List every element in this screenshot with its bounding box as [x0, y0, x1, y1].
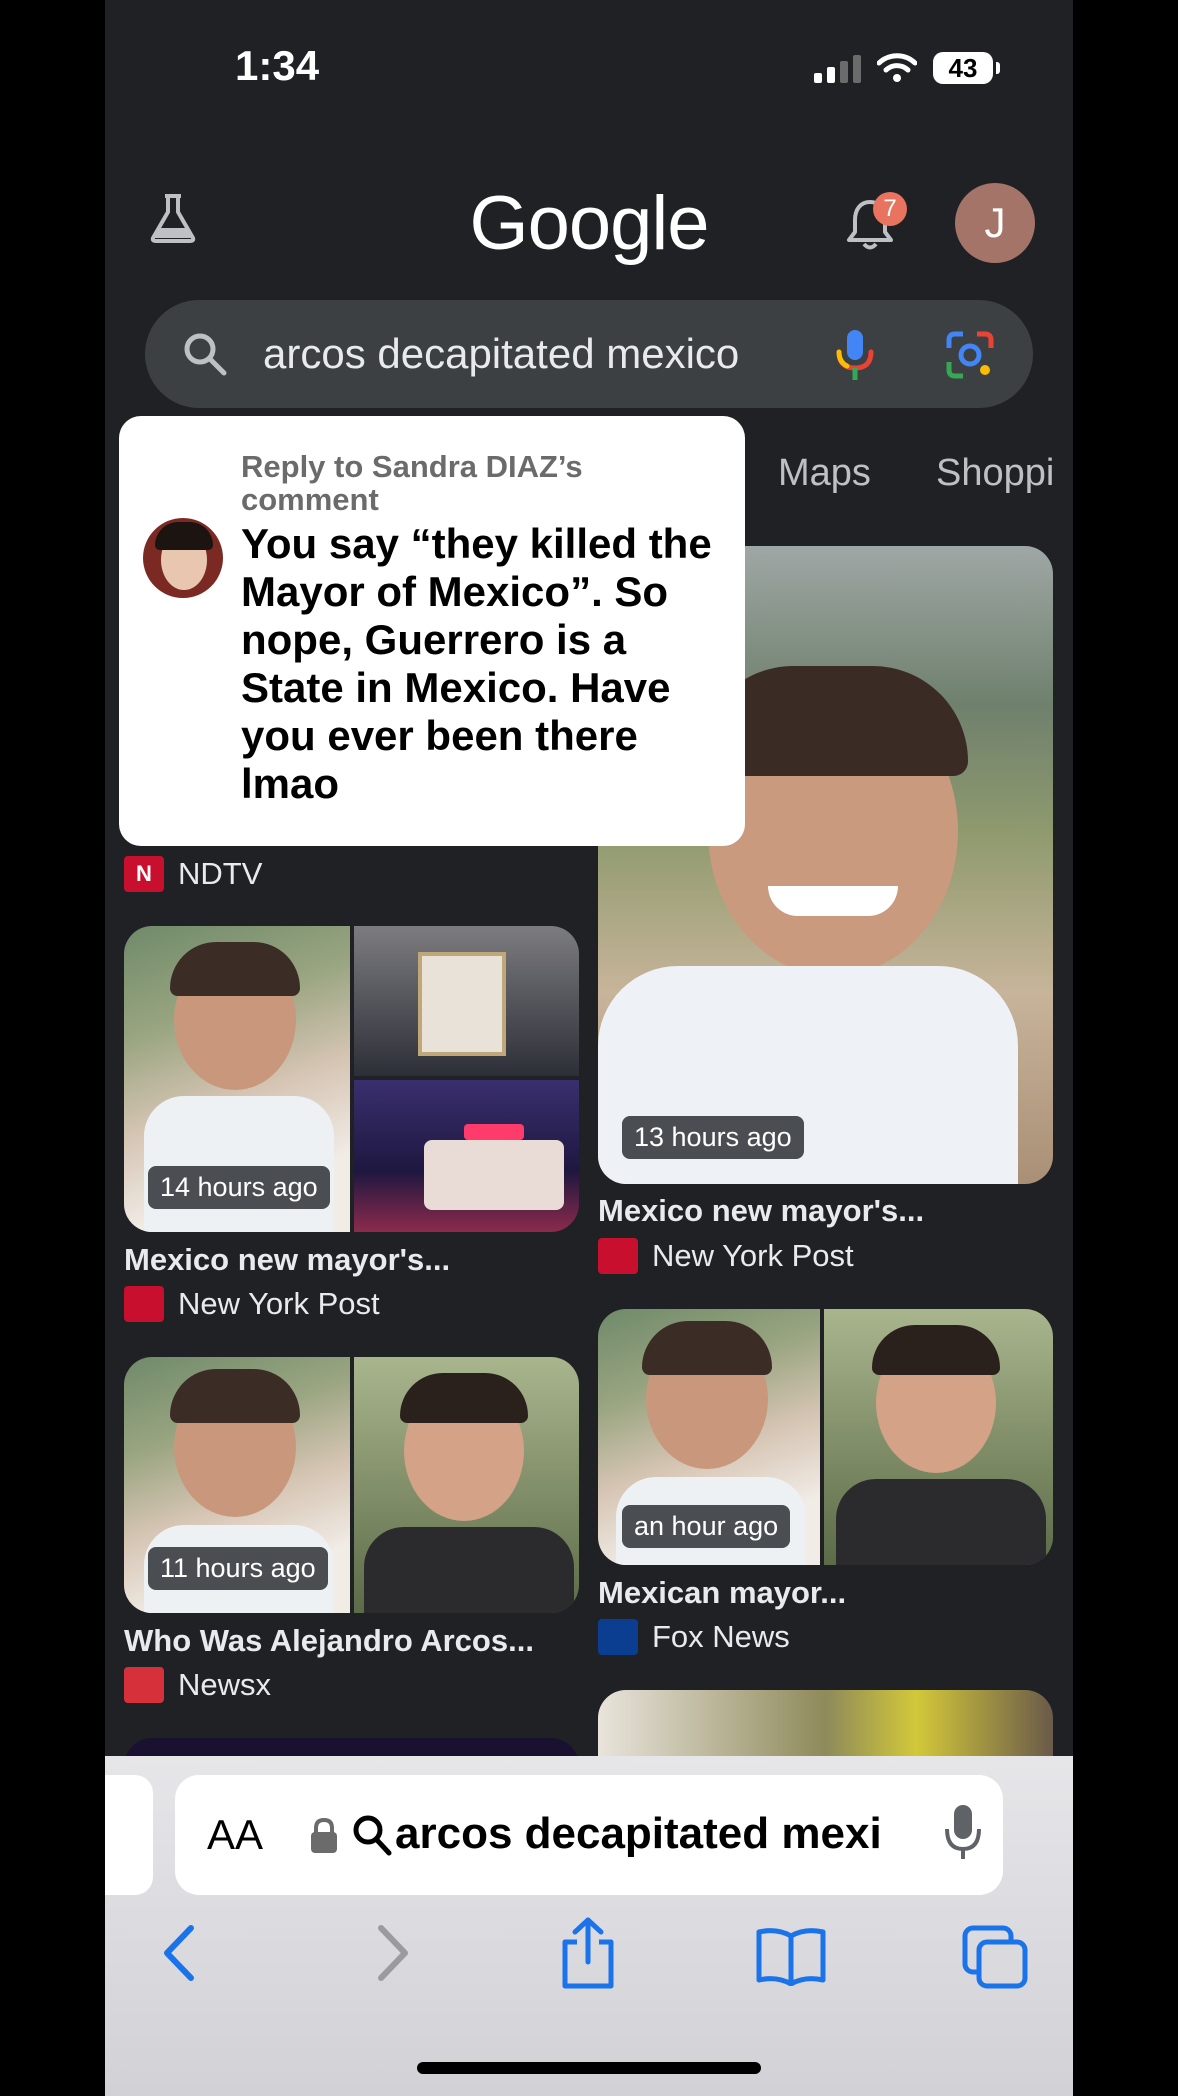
nypost-favicon: [598, 1238, 638, 1274]
tabs-icon[interactable]: [961, 1924, 1029, 1990]
search-icon: [353, 1815, 392, 1856]
reader-settings-button[interactable]: AA: [207, 1811, 263, 1859]
wifi-icon: [877, 53, 917, 82]
newsx-favicon: [124, 1667, 164, 1703]
time-badge: 14 hours ago: [148, 1166, 330, 1209]
bookmarks-icon[interactable]: [755, 1926, 827, 1986]
result-title[interactable]: Mexico new mayor's...: [598, 1193, 924, 1229]
result-source[interactable]: New York Post: [124, 1286, 380, 1322]
home-indicator: [417, 2062, 761, 2074]
result-thumbnail[interactable]: 11 hours ago: [124, 1357, 579, 1613]
search-bar[interactable]: arcos decapitated mexico: [145, 300, 1033, 408]
time-badge: 11 hours ago: [148, 1547, 328, 1590]
google-logo: Google: [469, 181, 709, 266]
account-avatar[interactable]: J: [955, 183, 1035, 263]
comment-text: You say “they killed the Mayor of Mexico…: [241, 520, 712, 807]
police-truck-photo: [354, 1080, 579, 1232]
result-thumbnail[interactable]: 14 hours ago: [124, 926, 579, 1232]
nypost-favicon: [124, 1286, 164, 1322]
share-icon[interactable]: [557, 1916, 619, 1992]
address-bar[interactable]: AA arcos decapitated mexi: [175, 1775, 1003, 1895]
result-source[interactable]: Fox News: [598, 1619, 790, 1655]
comment-popup: Reply to Sandra DIAZ’s comment You say “…: [119, 416, 745, 846]
time-badge: 13 hours ago: [622, 1116, 804, 1159]
phone-screen: 1:34 43 Google 7 J arcos decapitated mex…: [105, 0, 1073, 2096]
status-time: 1:34: [235, 42, 320, 89]
mic-icon[interactable]: [835, 328, 875, 382]
result-source[interactable]: New York Post: [598, 1238, 854, 1274]
mic-icon[interactable]: [943, 1803, 983, 1863]
result-source[interactable]: N NDTV: [124, 856, 262, 892]
url-text[interactable]: arcos decapitated mexi: [395, 1809, 925, 1859]
cellular-signal-icon: [814, 53, 861, 83]
mayor-selfie-photo: [354, 1357, 579, 1613]
search-input[interactable]: arcos decapitated mexico: [263, 330, 739, 378]
foxnews-favicon: [598, 1619, 638, 1655]
tab-maps[interactable]: Maps: [778, 452, 871, 495]
result-title[interactable]: Who Was Alejandro Arcos...: [124, 1623, 534, 1659]
mayor-selfie-photo: [824, 1309, 1053, 1565]
lens-icon[interactable]: [945, 330, 995, 380]
back-icon[interactable]: [155, 1920, 205, 1986]
result-title[interactable]: Mexican mayor...: [598, 1575, 846, 1611]
forward-icon[interactable]: [367, 1920, 417, 1986]
ndtv-favicon: N: [124, 856, 164, 892]
result-source[interactable]: Newsx: [124, 1667, 271, 1703]
time-badge: an hour ago: [622, 1505, 791, 1548]
tab-shopping[interactable]: Shoppi: [936, 452, 1054, 495]
lock-icon: [311, 1817, 337, 1853]
previous-tab-preview[interactable]: [105, 1775, 153, 1895]
commenter-avatar: [143, 518, 223, 598]
notification-badge: 7: [873, 192, 907, 226]
result-thumbnail-partial[interactable]: [598, 1690, 1053, 1760]
search-icon: [184, 333, 227, 376]
status-icons: 43: [814, 52, 1000, 84]
result-title[interactable]: Mexico new mayor's...: [124, 1242, 450, 1278]
result-thumbnail[interactable]: an hour ago: [598, 1309, 1053, 1565]
memorial-photo: [354, 926, 579, 1076]
reply-header: Reply to Sandra DIAZ’s comment: [241, 449, 583, 517]
battery-icon: 43: [933, 52, 1000, 84]
